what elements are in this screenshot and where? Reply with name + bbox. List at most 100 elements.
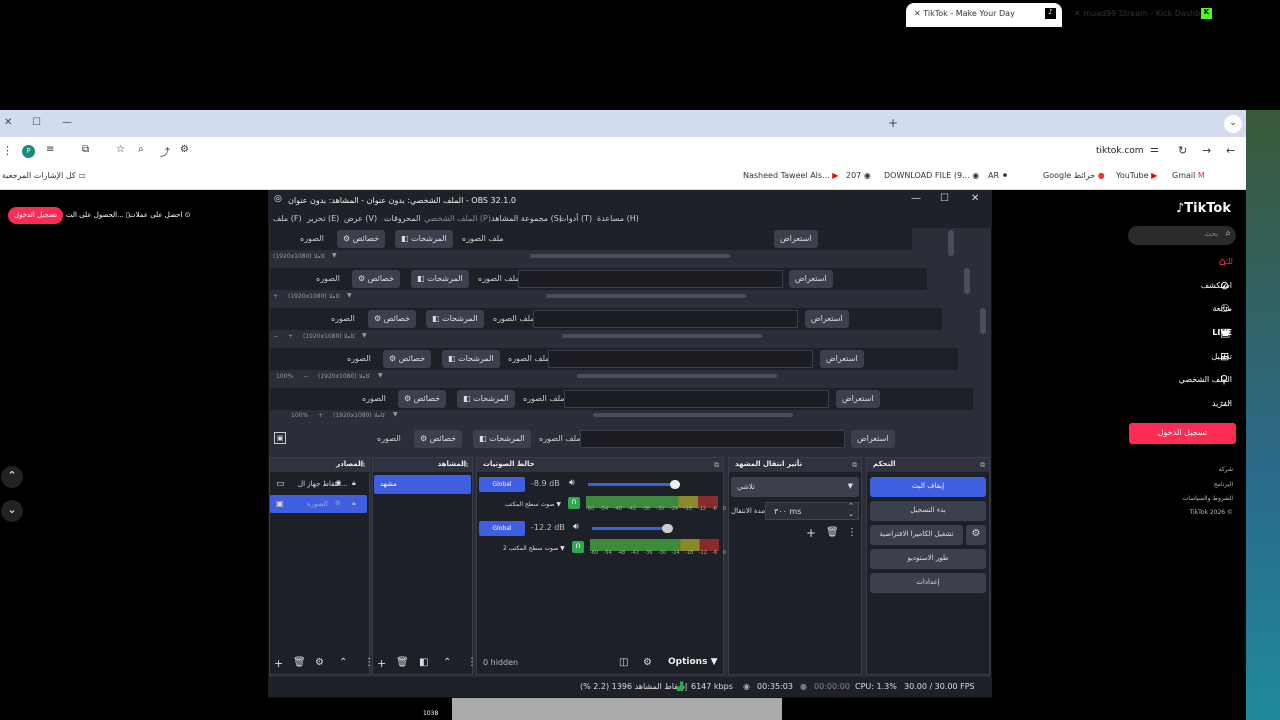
headphones-icon[interactable]: ∩ (568, 497, 580, 509)
chevron-down-icon[interactable]: ▼ (393, 411, 398, 418)
gear-icon[interactable]: ⚙ (966, 525, 986, 545)
gear-icon[interactable]: ⚙ (315, 657, 324, 668)
filter-icon[interactable]: ◧ (419, 657, 428, 668)
tiktok-search[interactable]: بحث ⌕ (1128, 226, 1236, 245)
bookmark-item[interactable]: DOWNLOAD FILE (9... ◉ (884, 171, 979, 180)
move-up-icon[interactable]: ⌃ (443, 657, 451, 668)
bookmark-item[interactable]: 207 ◉ (846, 171, 871, 180)
tune-icon[interactable]: ≡ (46, 144, 54, 155)
properties-button[interactable]: ⚙ خصائص (398, 390, 447, 408)
file-path-input[interactable] (580, 430, 845, 448)
add-transition-icon[interactable]: + (806, 526, 816, 540)
filters-button[interactable]: ◧ المرشحات (457, 390, 515, 408)
close-tab-icon[interactable]: ✕ (914, 9, 923, 18)
footer-terms[interactable]: الشروط والسياسات (1183, 495, 1233, 502)
filters-button[interactable]: ◧ المرشحات (426, 310, 484, 328)
translate-icon[interactable]: ⚙ (180, 144, 189, 155)
get-coins-link[interactable]: الحصول على الت... ▯ (66, 211, 130, 219)
bookmark-item[interactable]: Gmail M (1172, 171, 1205, 180)
settings-button[interactable]: إعدادات (870, 573, 986, 593)
footer-company[interactable]: شركة (1219, 466, 1233, 473)
layout-icon[interactable]: ◫ (619, 657, 628, 668)
options-button[interactable]: Options ▼ (668, 657, 718, 667)
properties-button[interactable]: ⚙ خصائص (383, 350, 432, 368)
share-icon[interactable]: ⤴ (160, 144, 170, 159)
source-item-selected[interactable]: ▣ الصوره ⊘ 🔒︎ (270, 495, 367, 513)
bookmark-item[interactable]: YouTube ▶ (1116, 171, 1157, 180)
undock-icon[interactable]: ⧉ (360, 461, 365, 470)
channel-name[interactable]: صوت سطح المكتب ▼ (505, 501, 561, 508)
chevron-down-icon[interactable]: ▼ (378, 372, 383, 379)
extensions-icon[interactable]: ⧉ (82, 144, 89, 155)
tab-search-icon[interactable]: ⌄ (1224, 115, 1242, 133)
obs-maximize-icon[interactable]: ☐ (940, 193, 949, 204)
eye-slash-icon[interactable]: ⊘ (335, 499, 341, 507)
tiktok-logo[interactable]: ♪TikTok (1176, 201, 1231, 216)
volume-slider[interactable] (592, 527, 672, 530)
add-icon[interactable]: + (318, 412, 323, 419)
duration-input[interactable]: ٣٠٠ ms ⌃ ⌄ (765, 502, 859, 520)
tab-tiktok[interactable]: ✕ TikTok - Make Your Day ♪ (906, 3, 1062, 27)
volume-slider-thumb[interactable] (662, 524, 673, 533)
stepper-icon[interactable]: ⌃ ⌄ (848, 502, 854, 518)
profile-avatar[interactable]: P (22, 145, 35, 158)
transition-select[interactable]: تلاشي ▼ (731, 477, 859, 497)
close-window-icon[interactable]: ✕ (4, 117, 12, 128)
forward-icon[interactable]: → (1202, 144, 1211, 157)
horizontal-scrollbar[interactable] (546, 294, 746, 298)
properties-button[interactable]: ⚙ خصائص (368, 310, 417, 328)
trash-icon[interactable]: 🗑︎ (293, 657, 306, 668)
lock-icon[interactable]: 🔒︎ (352, 499, 356, 508)
tiktok-login-pill[interactable]: تسجيل الدخول (8, 207, 64, 224)
undock-icon[interactable]: ⧉ (852, 461, 857, 470)
back-icon[interactable]: ← (1226, 144, 1235, 157)
chevron-down-icon[interactable]: ▼ (362, 332, 367, 339)
obs-close-icon[interactable]: ✕ (971, 193, 979, 204)
bookmark-item[interactable]: Nasheed Taweel Als... ▶ (743, 171, 838, 180)
stop-streaming-button[interactable]: إيقاف البث (870, 477, 986, 497)
site-info-icon[interactable]: ⚌ (1150, 144, 1159, 155)
global-badge[interactable]: Global (479, 477, 525, 492)
horizontal-scrollbar[interactable] (593, 413, 793, 417)
horizontal-scrollbar[interactable] (562, 334, 762, 338)
remove-icon[interactable]: − (303, 373, 308, 380)
filters-button[interactable]: ◧ المرشحات (473, 430, 531, 448)
hidden-count[interactable]: 0 hidden (483, 658, 518, 667)
zoom-icon[interactable]: ⌕ (138, 144, 144, 155)
advanced-audio-icon[interactable]: ⚙ (643, 657, 652, 668)
scroll-up-button[interactable]: ⌃ (1, 466, 23, 488)
browse-button[interactable]: استعراض (774, 230, 818, 248)
global-badge[interactable]: Global (479, 521, 525, 536)
virtual-camera-button[interactable]: تشغيل الكاميرا الافتراضية (870, 525, 963, 545)
file-path-input[interactable] (564, 390, 829, 408)
trash-icon[interactable]: 🗑︎ (396, 657, 409, 668)
add-scene-icon[interactable]: + (377, 657, 386, 670)
filters-button[interactable]: ◧ المرشحات (395, 230, 453, 248)
url-text[interactable]: tiktok.com (1096, 146, 1144, 156)
footer-program[interactable]: البرنامج (1214, 481, 1233, 488)
new-tab-icon[interactable]: + (888, 116, 898, 130)
add-source-icon[interactable]: + (274, 657, 283, 670)
get-app-link[interactable]: احصل على عملات ⊙ (129, 211, 191, 219)
filters-button[interactable]: ◧ المرشحات (411, 270, 469, 288)
close-tab-icon[interactable]: ✕ (1074, 9, 1083, 18)
start-recording-button[interactable]: بدء التسجيل (870, 501, 986, 521)
menu-edit[interactable]: تحرير (E) (307, 214, 339, 223)
browse-button[interactable]: استعراض (805, 310, 849, 328)
chevron-down-icon[interactable]: ▼ (347, 292, 352, 299)
speaker-icon[interactable]: 🔊︎ (573, 522, 579, 532)
menu-profile[interactable]: الملف الشخصي (P) (424, 214, 491, 223)
browse-button[interactable]: استعراض (820, 350, 864, 368)
menu-docks[interactable]: المحروقات (384, 214, 421, 223)
eye-icon[interactable]: ◉ (335, 479, 341, 487)
add-icon[interactable]: + (288, 333, 293, 340)
horizontal-scrollbar[interactable] (530, 254, 730, 258)
channel-name[interactable]: صوت سطح المكتب 2 ▼ (503, 545, 565, 552)
minimize-icon[interactable]: — (62, 117, 72, 128)
menu-tools[interactable]: أدوات (T) (559, 214, 592, 223)
obs-minimize-icon[interactable]: — (911, 193, 921, 204)
add-icon[interactable]: + (273, 293, 278, 300)
file-path-input[interactable] (548, 350, 813, 368)
tab-kick[interactable]: ✕ muad99 Stream - Kick Dashbo K (1066, 3, 1216, 27)
star-icon[interactable]: ☆ (116, 144, 125, 155)
